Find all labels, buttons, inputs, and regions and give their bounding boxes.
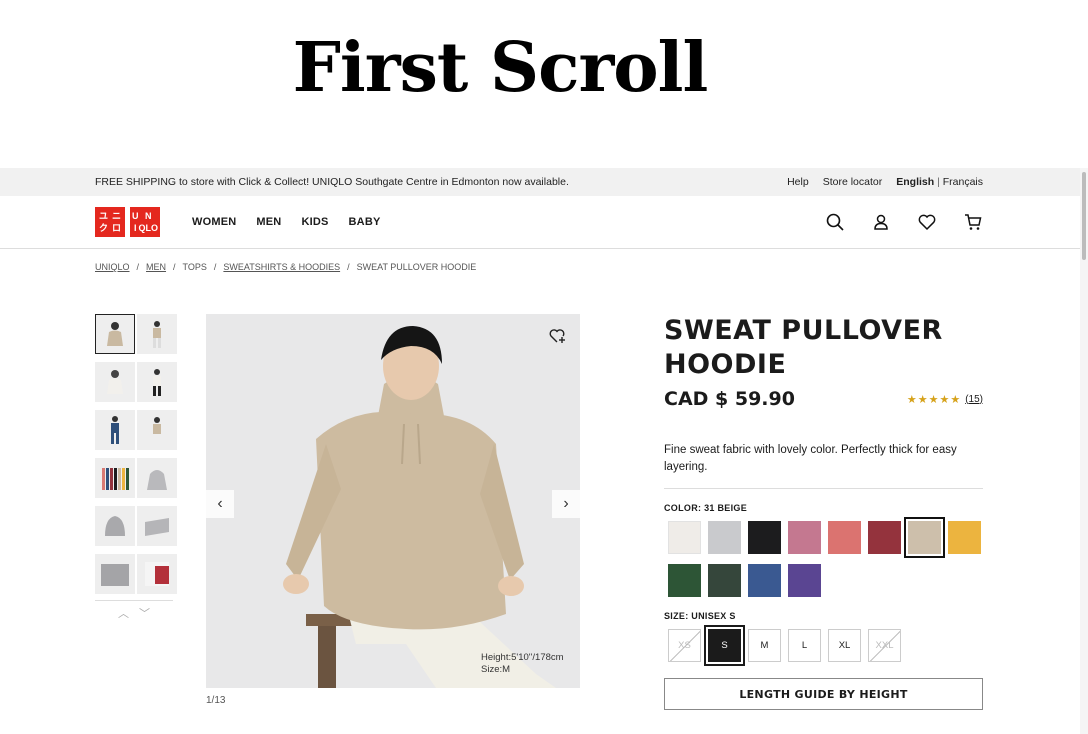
language-french[interactable]: Français [943,176,983,188]
color-label: COLOR: 31 BEIGE [664,503,748,513]
help-link[interactable]: Help [787,176,809,188]
thumbnail[interactable] [137,506,177,546]
next-image-button[interactable]: › [552,490,580,518]
thumbnail[interactable] [137,554,177,594]
color-swatch[interactable] [668,564,701,597]
language-separator: | [937,176,940,188]
breadcrumb-men[interactable]: MEN [146,262,166,272]
thumbnail[interactable] [137,458,177,498]
color-swatch[interactable] [708,564,741,597]
color-swatch[interactable] [788,521,821,554]
size-options: XS S M L XL XXL [668,625,983,666]
color-swatch[interactable] [904,517,945,558]
size-option-xl[interactable]: XL [828,629,861,662]
review-count[interactable]: (15) [965,394,983,405]
product-price: CAD $ 59.90 [664,388,795,410]
product-info: SWEAT PULLOVER HOODIE CAD $ 59.90 ★★★★★ … [664,314,983,710]
site-header: ユニ クロ UN I QLO WOMEN MEN KIDS BABY [0,196,1088,249]
thumbnail[interactable] [95,458,135,498]
breadcrumb-tops[interactable]: TOPS [183,262,207,272]
account-icon[interactable] [871,212,891,232]
previous-image-button[interactable]: ‹ [206,490,234,518]
model-info: Height:5'10''/178cm Size:M [481,652,564,675]
color-swatch[interactable] [748,564,781,597]
thumbnail[interactable] [137,362,177,402]
color-swatch[interactable] [828,521,861,554]
promo-text: FREE SHIPPING to store with Click & Coll… [95,176,569,188]
size-option-s[interactable]: S [704,625,745,666]
thumbnail[interactable] [95,314,135,354]
logo-latin: UN I QLO [130,207,160,237]
thumbnails-down-icon[interactable]: ﹀ [139,605,150,621]
size-option-l[interactable]: L [788,629,821,662]
star-rating-icon: ★★★★★ [906,393,962,406]
thumbnail-gallery: ︿ ﹀ [95,314,177,621]
color-swatch[interactable] [948,521,981,554]
nav-baby[interactable]: BABY [349,216,381,228]
nav-women[interactable]: WOMEN [192,216,236,228]
product-description: Fine sweat fabric with lovely color. Per… [664,442,983,489]
color-swatches [668,517,983,597]
color-swatch[interactable] [668,521,701,554]
announcement-bar: FREE SHIPPING to store with Click & Coll… [0,168,1088,196]
main-product-image[interactable]: ‹ › Height:5'10''/178cm Size:M [206,314,580,688]
cart-icon[interactable] [963,212,983,232]
size-label: SIZE: UNISEX S [664,611,736,621]
thumbnail[interactable] [95,362,135,402]
breadcrumb-sweatshirts[interactable]: SWEATSHIRTS & HOODIES [223,262,340,272]
breadcrumb-uniqlo[interactable]: UNIQLO [95,262,130,272]
logo-katakana: ユニ クロ [95,207,125,237]
nav-kids[interactable]: KIDS [301,216,328,228]
scrollbar[interactable] [1080,168,1088,734]
main-nav: WOMEN MEN KIDS BABY [192,216,381,228]
length-guide-button[interactable]: LENGTH GUIDE BY HEIGHT [664,678,983,710]
browser-viewport: FREE SHIPPING to store with Click & Coll… [0,168,1088,734]
store-locator-link[interactable]: Store locator [823,176,883,188]
thumbnail[interactable] [137,410,177,450]
size-option-xs[interactable]: XS [668,629,701,662]
wishlist-heart-icon[interactable] [917,212,937,232]
language-english[interactable]: English [896,176,934,188]
image-counter: 1/13 [206,695,226,706]
thumbnail[interactable] [95,506,135,546]
color-swatch[interactable] [868,521,901,554]
size-option-xxl[interactable]: XXL [868,629,901,662]
scrollbar-thumb[interactable] [1082,172,1086,260]
size-option-m[interactable]: M [748,629,781,662]
thumbnail[interactable] [95,410,135,450]
rating[interactable]: ★★★★★ (15) [907,393,983,406]
thumbnail[interactable] [95,554,135,594]
thumbnails-up-icon[interactable]: ︿ [118,605,129,621]
uniqlo-logo[interactable]: ユニ クロ UN I QLO [95,207,160,237]
add-to-wishlist-icon[interactable] [548,326,568,346]
search-icon[interactable] [825,212,845,232]
page-heading: First Scroll [292,28,709,108]
nav-men[interactable]: MEN [256,216,281,228]
product-title: SWEAT PULLOVER HOODIE [664,315,943,380]
color-swatch[interactable] [748,521,781,554]
color-swatch[interactable] [788,564,821,597]
model-photo [206,314,580,688]
color-swatch[interactable] [708,521,741,554]
thumbnail[interactable] [137,314,177,354]
breadcrumb: UNIQLO / MEN / TOPS / SWEATSHIRTS & HOOD… [95,262,477,272]
breadcrumb-current: SWEAT PULLOVER HOODIE [356,262,477,272]
